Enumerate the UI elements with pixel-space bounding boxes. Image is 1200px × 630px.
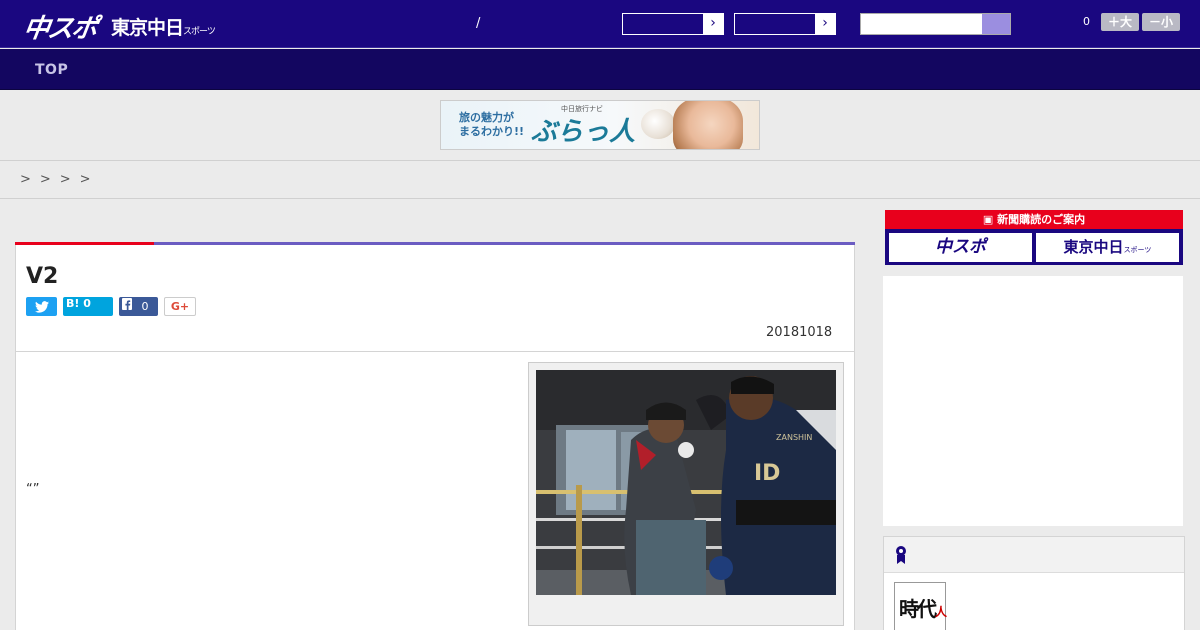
hatena-bookmark-icon: B!: [66, 297, 80, 310]
ranking-thumbnail[interactable]: 時代人: [894, 582, 947, 630]
thumb-sub-text: 人: [935, 605, 947, 619]
subscription-promo[interactable]: ▣ 新聞購読のご案内 中スポ 東京中日スポーツ: [885, 210, 1183, 265]
promo-tokyo-button[interactable]: 東京中日スポーツ: [1036, 233, 1179, 262]
article-accent-purple: [154, 242, 855, 245]
font-size-indicator: 0: [1083, 15, 1090, 28]
ranking-header: [884, 537, 1184, 573]
category-select-1[interactable]: ›: [622, 13, 724, 35]
article-divider: [16, 351, 854, 352]
facebook-icon: [119, 297, 135, 316]
sidebar-ad-slot[interactable]: [883, 276, 1183, 526]
article-photo[interactable]: ID ZANSHIN: [536, 370, 836, 595]
banner-brand: ぶらっ人: [531, 117, 636, 147]
svg-text:ZANSHIN: ZANSHIN: [776, 433, 812, 442]
facebook-count: 0: [141, 300, 149, 313]
twitter-share-button[interactable]: [26, 297, 57, 316]
category-select-2[interactable]: ›: [734, 13, 836, 35]
chevron-right-icon: ›: [703, 14, 723, 34]
hatena-count: 0: [83, 297, 91, 310]
font-smaller-button[interactable]: －小: [1142, 13, 1180, 31]
ribbon-icon: [896, 546, 906, 564]
breadcrumb[interactable]: >>>>: [20, 172, 100, 187]
thumb-main-text: 時代: [899, 597, 937, 621]
hatena-bookmark-button[interactable]: B! 0: [63, 297, 113, 316]
tokyo-logo-main: 東京中日: [111, 17, 184, 39]
twitter-icon: [34, 301, 49, 313]
article-accent-red: [15, 242, 154, 245]
chuspo-logo[interactable]: 中スポ: [21, 8, 98, 45]
promo-header: ▣ 新聞購読のご案内: [885, 210, 1183, 229]
header-separator: /: [476, 16, 481, 31]
travel-banner-ad[interactable]: 旅の魅力が まるわかり!! 中日旅行ナビ ぶらっ人: [440, 100, 760, 150]
search-input[interactable]: [860, 13, 1011, 35]
article-body-text: “”: [26, 482, 40, 497]
facebook-share-button[interactable]: 0: [119, 297, 158, 316]
nav-item-top[interactable]: TOP: [35, 62, 68, 78]
tokyo-chunichi-logo[interactable]: 東京中日スポーツ: [111, 13, 216, 40]
promo-tokyo-sub: スポーツ: [1123, 246, 1152, 254]
banner-line2: まるわかり!!: [459, 125, 525, 138]
shell-image: [641, 109, 675, 139]
article-title: V2: [26, 264, 59, 289]
banner-line1: 旅の魅力が: [459, 111, 514, 124]
banner-catchcopy: 旅の魅力が まるわかり!!: [459, 111, 524, 139]
boxing-training-photo: ID ZANSHIN: [536, 370, 836, 595]
article-date: 20181018: [766, 325, 833, 340]
font-larger-button[interactable]: ＋大: [1101, 13, 1139, 31]
search-button[interactable]: [982, 14, 1010, 34]
chevron-right-icon: ›: [815, 14, 835, 34]
newspaper-icon: ▣: [982, 213, 998, 226]
promo-chuspo-button[interactable]: 中スポ: [889, 233, 1032, 262]
ranking-panel: 時代人: [883, 536, 1185, 630]
promo-tokyo-main: 東京中日: [1063, 238, 1124, 256]
breadcrumb-bar: >>>>: [0, 160, 1200, 199]
banner-model-image: [673, 101, 743, 149]
site-header: 中スポ 東京中日スポーツ / › › 0 ＋大 －小: [0, 0, 1200, 48]
tokyo-logo-sub: スポーツ: [183, 27, 216, 37]
google-plus-icon[interactable]: G+: [164, 297, 196, 316]
svg-text:ID: ID: [754, 461, 780, 486]
promo-header-text: 新聞購読のご案内: [997, 213, 1086, 226]
global-nav: TOP: [0, 49, 1200, 90]
